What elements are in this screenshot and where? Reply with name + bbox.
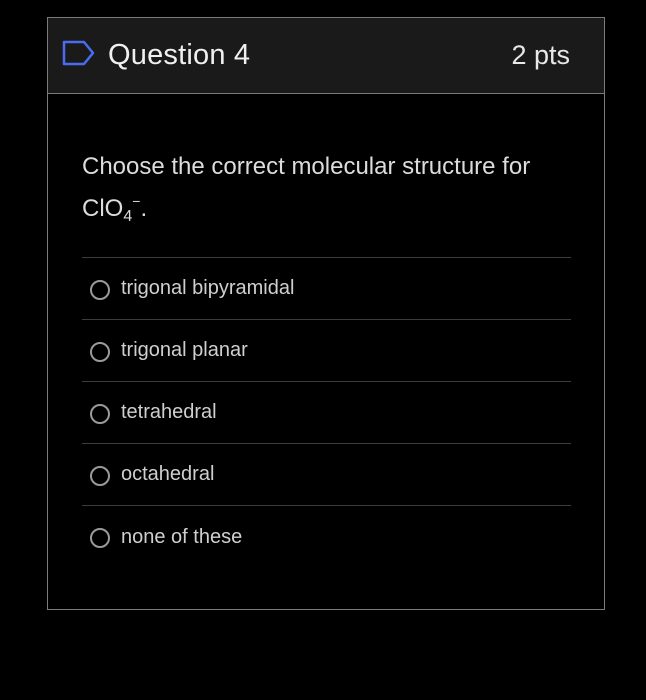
radio-unchecked-icon[interactable] [90, 403, 110, 424]
question-text-end: . [140, 195, 148, 222]
question-text-main: Choose the correct molecular structure f… [82, 153, 531, 222]
question-header: Question 4 2 pts [48, 18, 604, 94]
question-points: 2 pts [511, 40, 570, 70]
radio-unchecked-icon[interactable] [90, 341, 110, 362]
radio-unchecked-icon[interactable] [90, 528, 110, 548]
answer-list: trigonal bipyramidal trigonal planar tet… [82, 257, 571, 568]
answer-option[interactable]: trigonal planar [82, 320, 571, 382]
flag-question-icon[interactable] [62, 40, 96, 66]
question-card: Question 4 2 pts Choose the correct mole… [47, 17, 605, 610]
answer-label[interactable]: tetrahedral [121, 401, 217, 424]
question-body: Choose the correct molecular structure f… [48, 146, 604, 568]
question-text-subscript: 4 [123, 208, 133, 225]
answer-option[interactable]: octahedral [82, 444, 571, 506]
radio-unchecked-icon[interactable] [90, 279, 110, 300]
answer-label[interactable]: trigonal bipyramidal [121, 277, 294, 300]
answer-label[interactable]: trigonal planar [121, 339, 248, 362]
question-text: Choose the correct molecular structure f… [82, 146, 571, 248]
answer-option[interactable]: none of these [82, 506, 571, 568]
answer-option[interactable]: tetrahedral [82, 382, 571, 444]
answer-label[interactable]: none of these [121, 526, 242, 549]
radio-unchecked-icon[interactable] [90, 465, 110, 486]
question-title: Question 4 [108, 39, 251, 71]
answer-option[interactable]: trigonal bipyramidal [82, 258, 571, 320]
answer-label[interactable]: octahedral [121, 463, 214, 486]
